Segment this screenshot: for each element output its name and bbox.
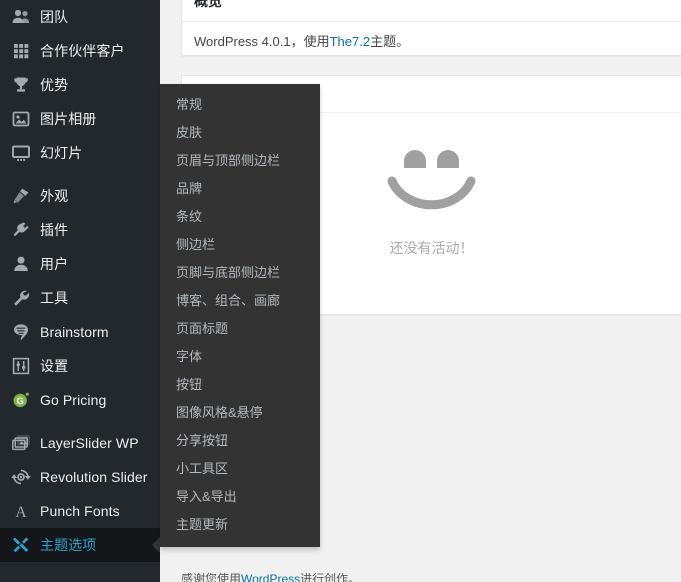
sidebar-item-12[interactable]: LayerSlider WP [0,426,160,460]
sidebar-item-label: 团队 [40,10,68,24]
sidebar-item-label: Go Pricing [40,393,106,407]
sidebar-item-label: 设置 [40,359,68,373]
version-suffix-text: 主题。 [370,34,409,49]
submenu-item-label: 小工具区 [176,461,228,476]
submenu-item-label: 分享按钮 [176,433,228,448]
flyout-arrow-icon [152,537,160,553]
submenu-item-label: 按钮 [176,377,202,392]
wordpress-link[interactable]: WordPress [241,572,300,582]
sidebar-item-label: Brainstorm [40,325,109,339]
photo-album-icon [11,109,31,129]
sidebar-item-4[interactable]: 幻灯片 [0,136,160,170]
admin-sidebar: 团队合作伙伴客户优势图片相册幻灯片外观插件用户工具 Brainstorm 设置 G Go… [0,0,160,582]
font-a-icon: A [11,501,31,521]
sidebar-item-2[interactable]: 优势 [0,68,160,102]
submenu-item-label: 导入&导出 [176,489,237,504]
footer-text-before: 感谢您使用 [181,572,241,582]
no-activity-text: 还没有活动！ [390,241,474,255]
footer-text-after: 进行创作。 [300,572,360,582]
theme-link[interactable]: The7.2 [330,34,370,49]
slideshow-icon [11,143,31,163]
theme-options-icon [11,535,31,555]
sidebar-item-14[interactable]: A Punch Fonts [0,494,160,528]
wrench-icon [11,288,31,308]
brainstorm-icon [11,322,31,342]
grid-icon [11,41,31,61]
svg-text:A: A [15,504,27,521]
user-icon [11,254,31,274]
submenu-item-label: 页面标题 [176,321,228,336]
sidebar-menu-list: 团队合作伙伴客户优势图片相册幻灯片外观插件用户工具 Brainstorm 设置 G Go… [0,0,160,562]
sidebar-item-label: 插件 [40,223,68,237]
footer-credit: 感谢您使用WordPress进行创作。 [181,572,360,582]
sidebar-item-13[interactable]: Revolution Slider [0,460,160,494]
sidebar-item-7[interactable]: 用户 [0,247,160,281]
submenu-item-9[interactable]: 字体 [160,343,320,371]
sidebar-item-3[interactable]: 图片相册 [0,102,160,136]
sidebar-item-8[interactable]: 工具 [0,281,160,315]
trophy-icon [11,75,31,95]
submenu-item-label: 图像风格&悬停 [176,405,263,420]
submenu-item-13[interactable]: 小工具区 [160,455,320,483]
sidebar-item-label: 图片相册 [40,112,96,126]
sidebar-item-5[interactable]: 外观 [0,179,160,213]
sidebar-item-label: 幻灯片 [40,146,82,160]
submenu-item-3[interactable]: 品牌 [160,175,320,203]
submenu-item-15[interactable]: 主题更新 [160,511,320,539]
sidebar-item-label: 外观 [40,189,68,203]
submenu-item-5[interactable]: 侧边栏 [160,231,320,259]
submenu-item-label: 常规 [176,97,202,112]
sidebar-item-15[interactable]: 主题选项 [0,528,160,562]
submenu-item-1[interactable]: 皮肤 [160,119,320,147]
submenu-item-label: 条纹 [176,209,202,224]
group-icon [11,7,31,27]
overview-panel-title: 概览 [182,0,681,22]
submenu-item-11[interactable]: 图像风格&悬停 [160,399,320,427]
sidebar-item-label: 合作伙伴客户 [40,44,125,58]
submenu-item-label: 皮肤 [176,125,202,140]
submenu-item-label: 品牌 [176,181,202,196]
layerslider-icon [11,433,31,453]
sidebar-item-label: 用户 [40,257,68,271]
overview-panel: 概览 WordPress 4.0.1，使用The7.2主题。 [181,0,681,56]
submenu-item-8[interactable]: 页面标题 [160,315,320,343]
submenu-item-0[interactable]: 常规 [160,91,320,119]
submenu-list: 常规皮肤页眉与顶部侧边栏品牌条纹侧边栏页脚与底部侧边栏博客、组合、画廊页面标题字… [160,91,320,539]
sidebar-item-0[interactable]: 团队 [0,0,160,34]
submenu-item-2[interactable]: 页眉与顶部侧边栏 [160,147,320,175]
submenu-item-4[interactable]: 条纹 [160,203,320,231]
submenu-item-label: 页眉与顶部侧边栏 [176,153,280,168]
wordpress-version-line: WordPress 4.0.1，使用The7.2主题。 [182,22,681,63]
sidebar-item-label: LayerSlider WP [40,436,139,450]
submenu-item-12[interactable]: 分享按钮 [160,427,320,455]
submenu-item-label: 侧边栏 [176,237,215,252]
paintbrush-icon [11,186,31,206]
submenu-item-7[interactable]: 博客、组合、画廊 [160,287,320,315]
submenu-item-10[interactable]: 按钮 [160,371,320,399]
submenu-item-label: 字体 [176,349,202,364]
sidebar-item-6[interactable]: 插件 [0,213,160,247]
submenu-item-label: 页脚与底部侧边栏 [176,265,280,280]
sidebar-item-9[interactable]: Brainstorm [0,315,160,349]
sidebar-item-label: Punch Fonts [40,504,120,518]
version-prefix-text: WordPress 4.0.1，使用 [194,34,330,49]
revolution-slider-icon [11,467,31,487]
go-pricing-icon: G [11,390,31,410]
smiley-face-icon [379,139,484,221]
sidebar-item-label: 工具 [40,291,68,305]
settings-sliders-icon [11,356,31,376]
sidebar-item-11[interactable]: G Go Pricing [0,383,160,417]
sidebar-item-10[interactable]: 设置 [0,349,160,383]
sidebar-item-label: Revolution Slider [40,470,148,484]
plugin-icon [11,220,31,240]
submenu-item-label: 主题更新 [176,517,228,532]
sidebar-item-1[interactable]: 合作伙伴客户 [0,34,160,68]
submenu-item-14[interactable]: 导入&导出 [160,483,320,511]
theme-options-submenu-flyout: 常规皮肤页眉与顶部侧边栏品牌条纹侧边栏页脚与底部侧边栏博客、组合、画廊页面标题字… [160,84,320,547]
svg-text:G: G [17,395,24,406]
sidebar-item-label: 优势 [40,78,68,92]
sidebar-item-label: 主题选项 [40,538,96,552]
submenu-item-6[interactable]: 页脚与底部侧边栏 [160,259,320,287]
submenu-item-label: 博客、组合、画廊 [176,293,280,308]
